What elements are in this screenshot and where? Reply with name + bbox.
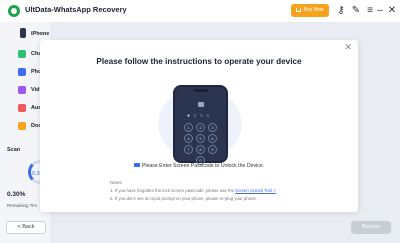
key-icon	[133, 163, 140, 167]
keypad-key: 2	[196, 123, 205, 132]
passcode-dots: ● ○ ○ ○	[187, 113, 211, 119]
wrench-icon[interactable]: ✎	[349, 3, 363, 18]
keypad-key: 9	[208, 145, 217, 154]
keypad-key: 4	[184, 134, 193, 143]
title-bar: UltData-WhatsApp Recovery Buy Now ⚷ ✎ ≡ …	[0, 0, 400, 22]
note-1: 1. If you have forgotten the lock screen…	[110, 188, 276, 193]
scan-label: Scan	[7, 147, 21, 153]
lock-icon	[198, 102, 204, 107]
screen-unlock-tool-link[interactable]: Screen Unlock Tool >	[235, 188, 276, 193]
buy-now-button[interactable]: Buy Now	[291, 4, 329, 17]
dialog-title: Please follow the instructions to operat…	[96, 57, 302, 66]
instruction-text: Please Enter Screen Passcode to Unlock t…	[141, 163, 265, 169]
note-2: 2. If you don't see an input prompt on y…	[110, 196, 258, 201]
dialog-close-icon[interactable]: ✕	[344, 42, 352, 53]
video-icon	[18, 86, 26, 94]
keypad-key: 6	[208, 134, 217, 143]
back-button[interactable]: < Back	[6, 221, 46, 234]
keypad-key: 8	[196, 145, 205, 154]
close-icon[interactable]: ✕	[385, 3, 399, 18]
phone-notch	[194, 89, 208, 92]
app-title: UltData-WhatsApp Recovery	[25, 5, 127, 14]
keypad-key: 5	[196, 134, 205, 143]
document-icon	[18, 122, 26, 130]
instruction-line: Please Enter Screen Passcode to Unlock t…	[40, 163, 358, 169]
buy-now-label: Buy Now	[303, 7, 324, 13]
keypad-key: 1	[184, 123, 193, 132]
audio-icon	[18, 104, 26, 112]
photo-icon	[18, 68, 26, 76]
unlock-instructions-dialog: ✕ Please follow the instructions to oper…	[40, 40, 358, 212]
device-name: iPhone	[31, 31, 50, 37]
app-logo-icon	[8, 5, 20, 17]
iphone-icon	[20, 28, 26, 38]
cart-icon	[296, 7, 302, 12]
sidebar-item-videos[interactable]: Vid	[31, 87, 39, 93]
remaining-time-label: Remaining Tim	[7, 203, 38, 208]
chat-icon	[18, 50, 26, 58]
key-icon[interactable]: ⚷	[334, 3, 348, 18]
notes-label: Notes:	[110, 180, 123, 185]
keypad-key: 3	[208, 123, 217, 132]
scan-percent: 0.30%	[7, 191, 26, 198]
keypad-key: 7	[184, 145, 193, 154]
recover-button[interactable]: Recover	[351, 221, 391, 234]
scan-progress-inner: 0.3	[32, 171, 40, 177]
phone-illustration: ● ○ ○ ○ 1 2 3 4 5 6 7 8 9 0	[173, 85, 228, 165]
note-1-text: 1. If you have forgotten the lock screen…	[110, 188, 236, 193]
passcode-keypad: 1 2 3 4 5 6 7 8 9 0	[184, 123, 218, 165]
